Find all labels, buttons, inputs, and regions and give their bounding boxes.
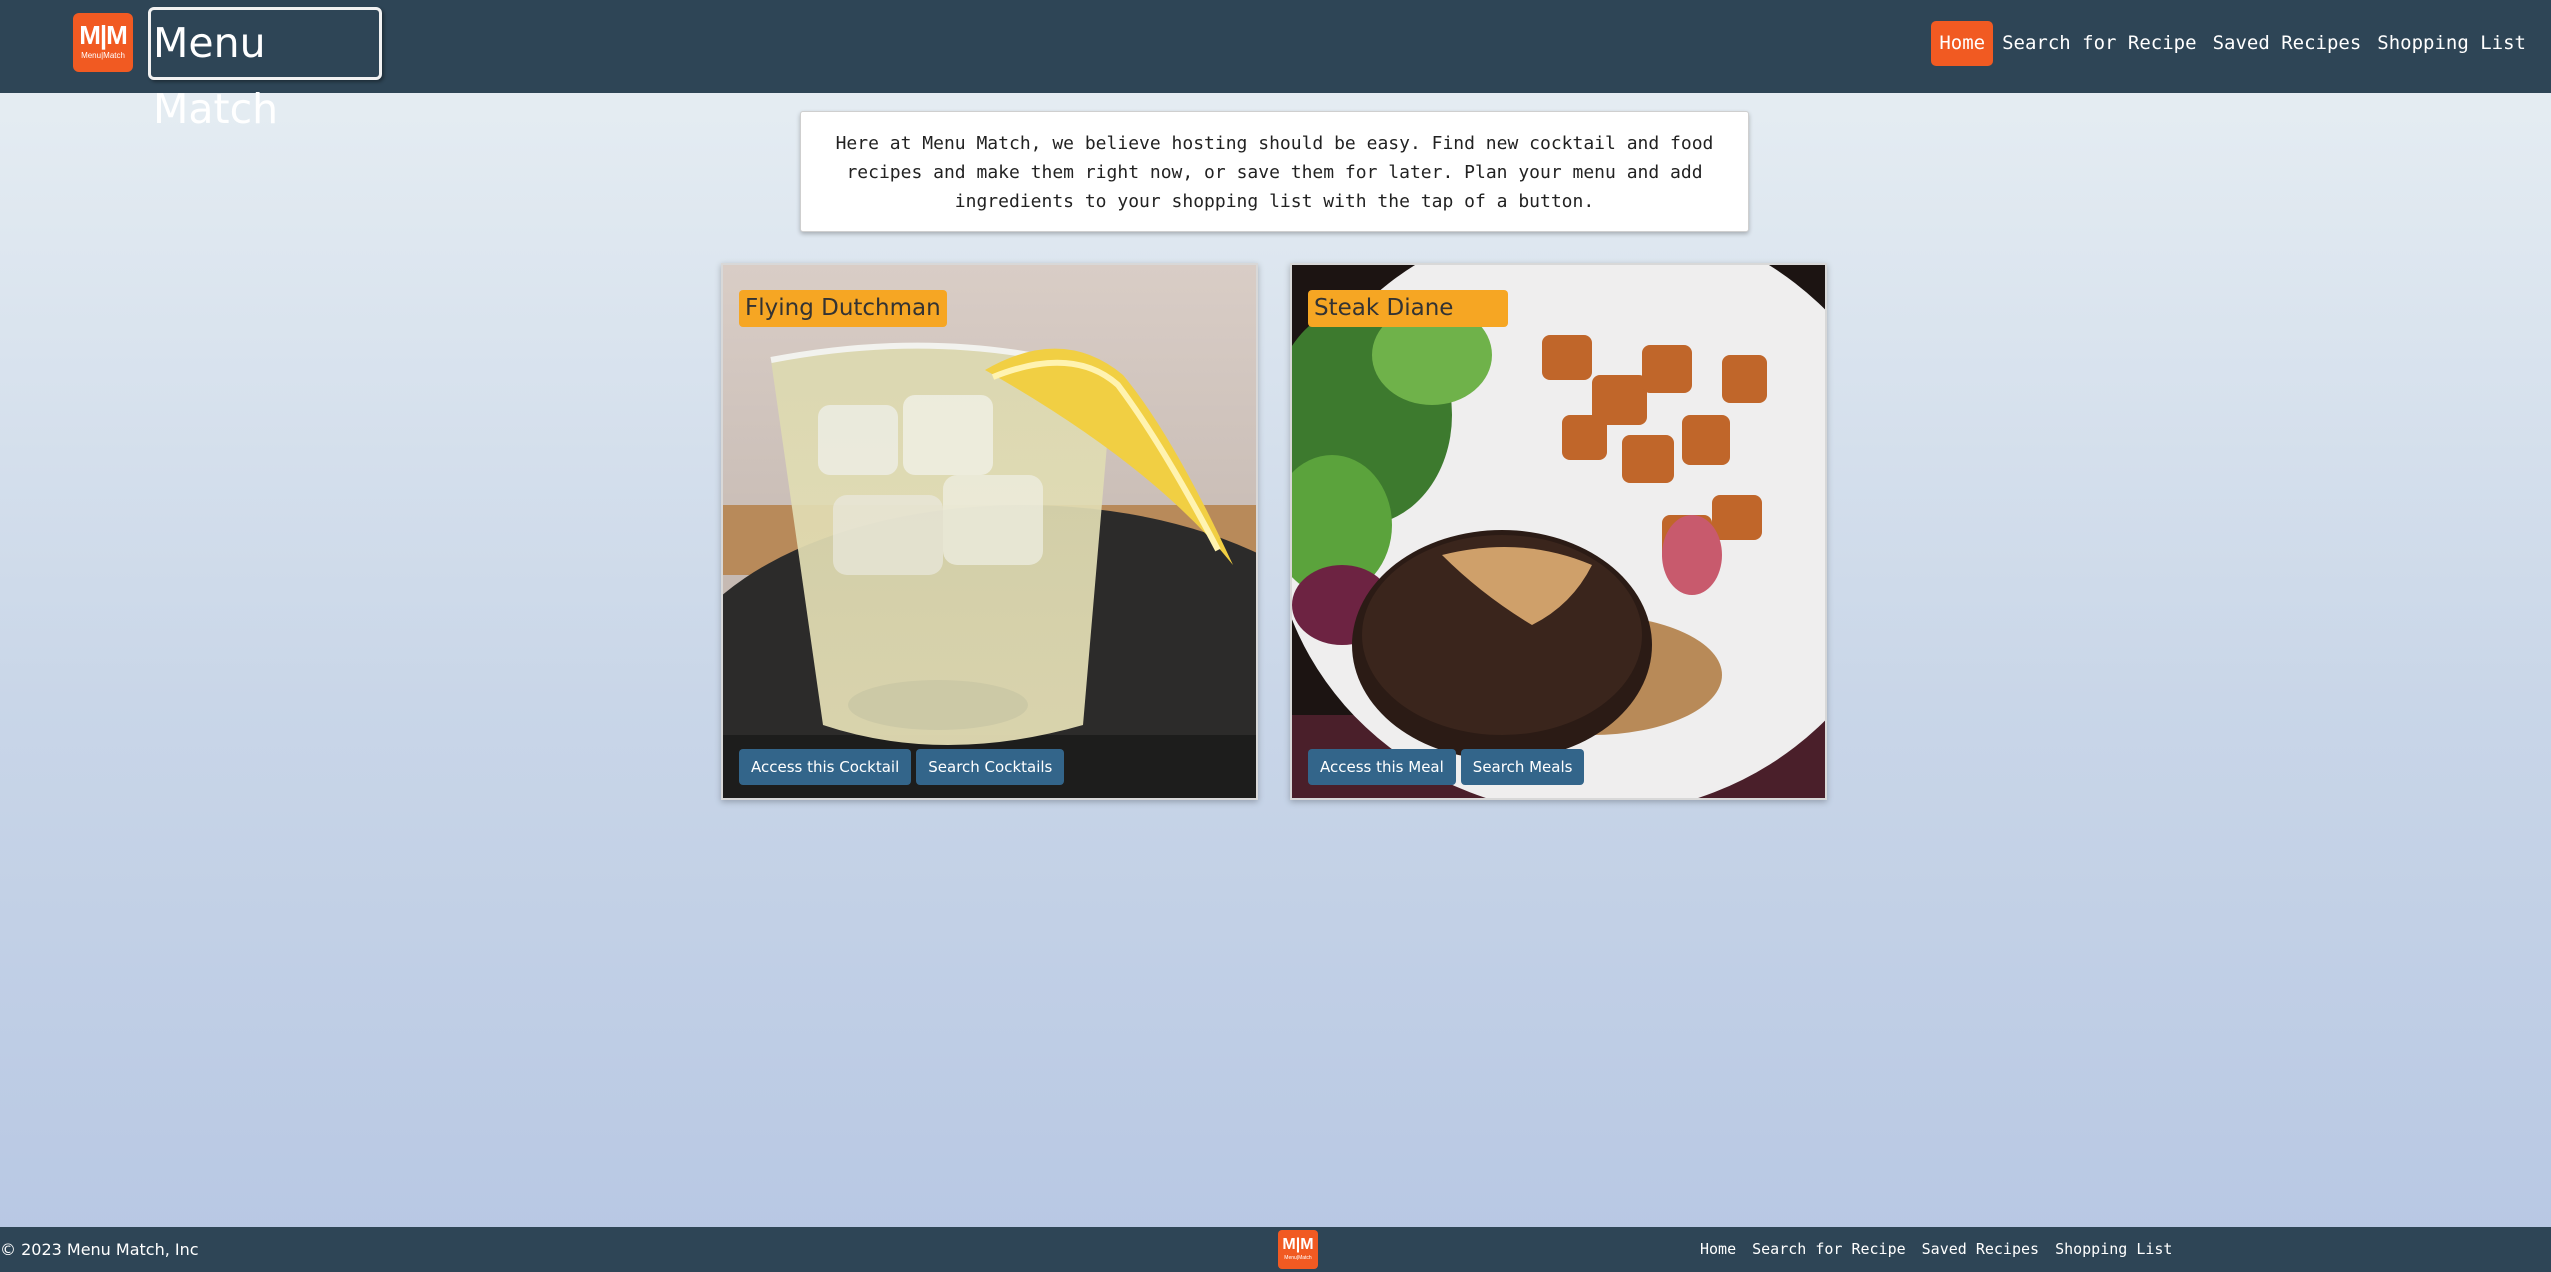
cocktail-image [723, 265, 1256, 798]
cocktail-card: Flying Dutchman Access this Cocktail Sea… [721, 263, 1258, 800]
footer-nav-search-recipe[interactable]: Search for Recipe [1752, 1227, 1906, 1272]
nav-shopping-list[interactable]: Shopping List [2369, 21, 2534, 66]
brand-title[interactable]: Menu Match [148, 7, 382, 133]
access-cocktail-button[interactable]: Access this Cocktail [739, 749, 912, 785]
search-meals-button[interactable]: Search Meals [1460, 749, 1585, 785]
logo-subtext: Menu|Match [81, 51, 125, 60]
footer-nav-saved-recipes[interactable]: Saved Recipes [1922, 1227, 2039, 1272]
card-title[interactable]: Flying Dutchman [739, 290, 947, 327]
top-navbar: M|M Menu|Match Menu Match Home Search fo… [0, 0, 2551, 133]
logo-mark: M|M [79, 20, 128, 50]
nav-saved-recipes[interactable]: Saved Recipes [2205, 21, 2370, 66]
footer-logo[interactable]: M|M Menu|Match [1278, 1230, 1318, 1269]
footer-logo-subtext: Menu|Match [1284, 1255, 1312, 1261]
card-title[interactable]: Steak Diane [1308, 290, 1508, 327]
footer-nav-home[interactable]: Home [1700, 1227, 1736, 1272]
intro-text: Here at Menu Match, we believe hosting s… [800, 111, 1749, 232]
meal-card: Steak Diane Access this Meal Search Meal… [1290, 263, 1827, 800]
logo[interactable]: M|M Menu|Match [73, 13, 133, 72]
search-cocktails-button[interactable]: Search Cocktails [916, 749, 1065, 785]
access-meal-button[interactable]: Access this Meal [1308, 749, 1456, 785]
footer: © 2023 Menu Match, Inc M|M Menu|Match Ho… [0, 1227, 2551, 1272]
nav-home[interactable]: Home [1931, 21, 1994, 66]
footer-nav-shopping-list[interactable]: Shopping List [2055, 1227, 2172, 1272]
meal-image [1292, 265, 1825, 798]
footer-nav: Home Search for Recipe Saved Recipes Sho… [1700, 1227, 2172, 1272]
card-actions: Access this Meal Search Meals [1308, 749, 1585, 785]
footer-logo-mark: M|M [1282, 1236, 1314, 1253]
nav-search-recipe[interactable]: Search for Recipe [1994, 21, 2204, 66]
copyright: © 2023 Menu Match, Inc [0, 1240, 199, 1259]
card-actions: Access this Cocktail Search Cocktails [739, 749, 1065, 785]
main-nav: Home Search for Recipe Saved Recipes Sho… [1931, 21, 2534, 66]
